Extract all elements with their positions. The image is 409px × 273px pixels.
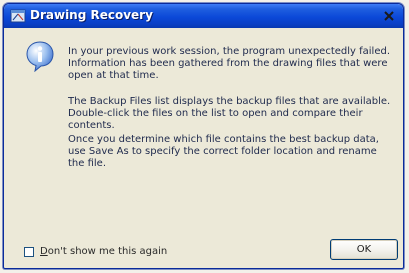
dont-show-again-checkbox[interactable] [24,247,34,257]
window-title: Drawing Recovery [30,8,153,22]
dont-show-again-label-text: on't show me this again [47,246,168,257]
message-paragraph-save-as: Once you determine which file contains t… [68,134,379,169]
dont-show-again-option[interactable]: Don't show me this again [24,246,167,258]
message-paragraph-failure: In your previous work session, the progr… [68,46,391,81]
drawing-recovery-app-icon [10,9,26,23]
information-icon [26,41,54,72]
close-icon [384,11,394,21]
close-button[interactable] [381,8,397,24]
message-paragraph-backup-list: The Backup Files list displays the backu… [68,96,391,131]
dont-show-again-label[interactable]: Don't show me this again [40,246,167,258]
title-bar[interactable]: Drawing Recovery [4,4,403,28]
drawing-recovery-dialog: Drawing Recovery In your previous work s… [3,3,404,269]
ok-button[interactable]: OK [330,239,398,260]
dont-show-again-label-mnemonic: D [40,246,48,257]
